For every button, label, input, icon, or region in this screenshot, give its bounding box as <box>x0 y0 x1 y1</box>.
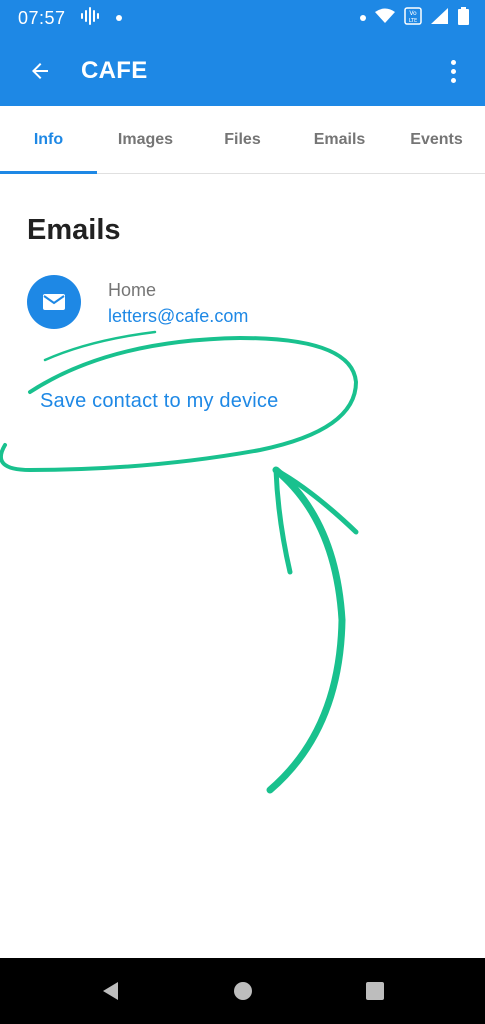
system-nav-bar <box>0 958 485 1024</box>
tab-events[interactable]: Events <box>388 106 485 173</box>
arrow-left-icon <box>32 63 48 79</box>
email-item[interactable]: Home letters@cafe.com <box>27 275 467 331</box>
nav-back-button[interactable] <box>91 971 131 1011</box>
nav-home-button[interactable] <box>223 971 263 1011</box>
volte-icon: Vo LTE <box>404 6 422 30</box>
email-address-link[interactable]: letters@cafe.com <box>108 306 248 327</box>
dot-icon <box>360 15 366 21</box>
tab-files[interactable]: Files <box>194 106 291 173</box>
status-time: 07:57 <box>18 7 66 28</box>
tab-emails[interactable]: Emails <box>291 106 388 173</box>
section-title: Emails <box>27 214 121 246</box>
mail-icon <box>27 275 81 329</box>
triangle-back-icon <box>102 982 118 1000</box>
tab-bar: Info Images Files Emails Events <box>0 106 485 174</box>
voice-wave-icon <box>80 6 102 30</box>
notification-dot-icon <box>115 15 122 21</box>
signal-icon <box>431 7 449 29</box>
status-bar: 07:57 Vo LTE <box>0 0 485 36</box>
nav-recents-button[interactable] <box>355 971 395 1011</box>
back-button[interactable] <box>12 43 68 99</box>
circle-home-icon <box>233 982 252 1000</box>
svg-text:LTE: LTE <box>409 18 417 24</box>
page-title: CAFE <box>81 57 148 84</box>
more-vertical-icon <box>450 59 456 65</box>
app-bar: CAFE <box>0 36 485 106</box>
more-options-button[interactable] <box>433 43 473 99</box>
email-label: Home <box>108 280 157 300</box>
square-recents-icon <box>365 982 384 1000</box>
tab-images[interactable]: Images <box>97 106 194 173</box>
svg-text:Vo: Vo <box>409 10 417 17</box>
tab-info[interactable]: Info <box>0 106 97 174</box>
save-contact-button[interactable]: Save contact to my device <box>40 390 278 413</box>
wifi-icon <box>375 8 395 29</box>
battery-icon <box>458 6 469 30</box>
annotation-arrow <box>266 466 346 794</box>
